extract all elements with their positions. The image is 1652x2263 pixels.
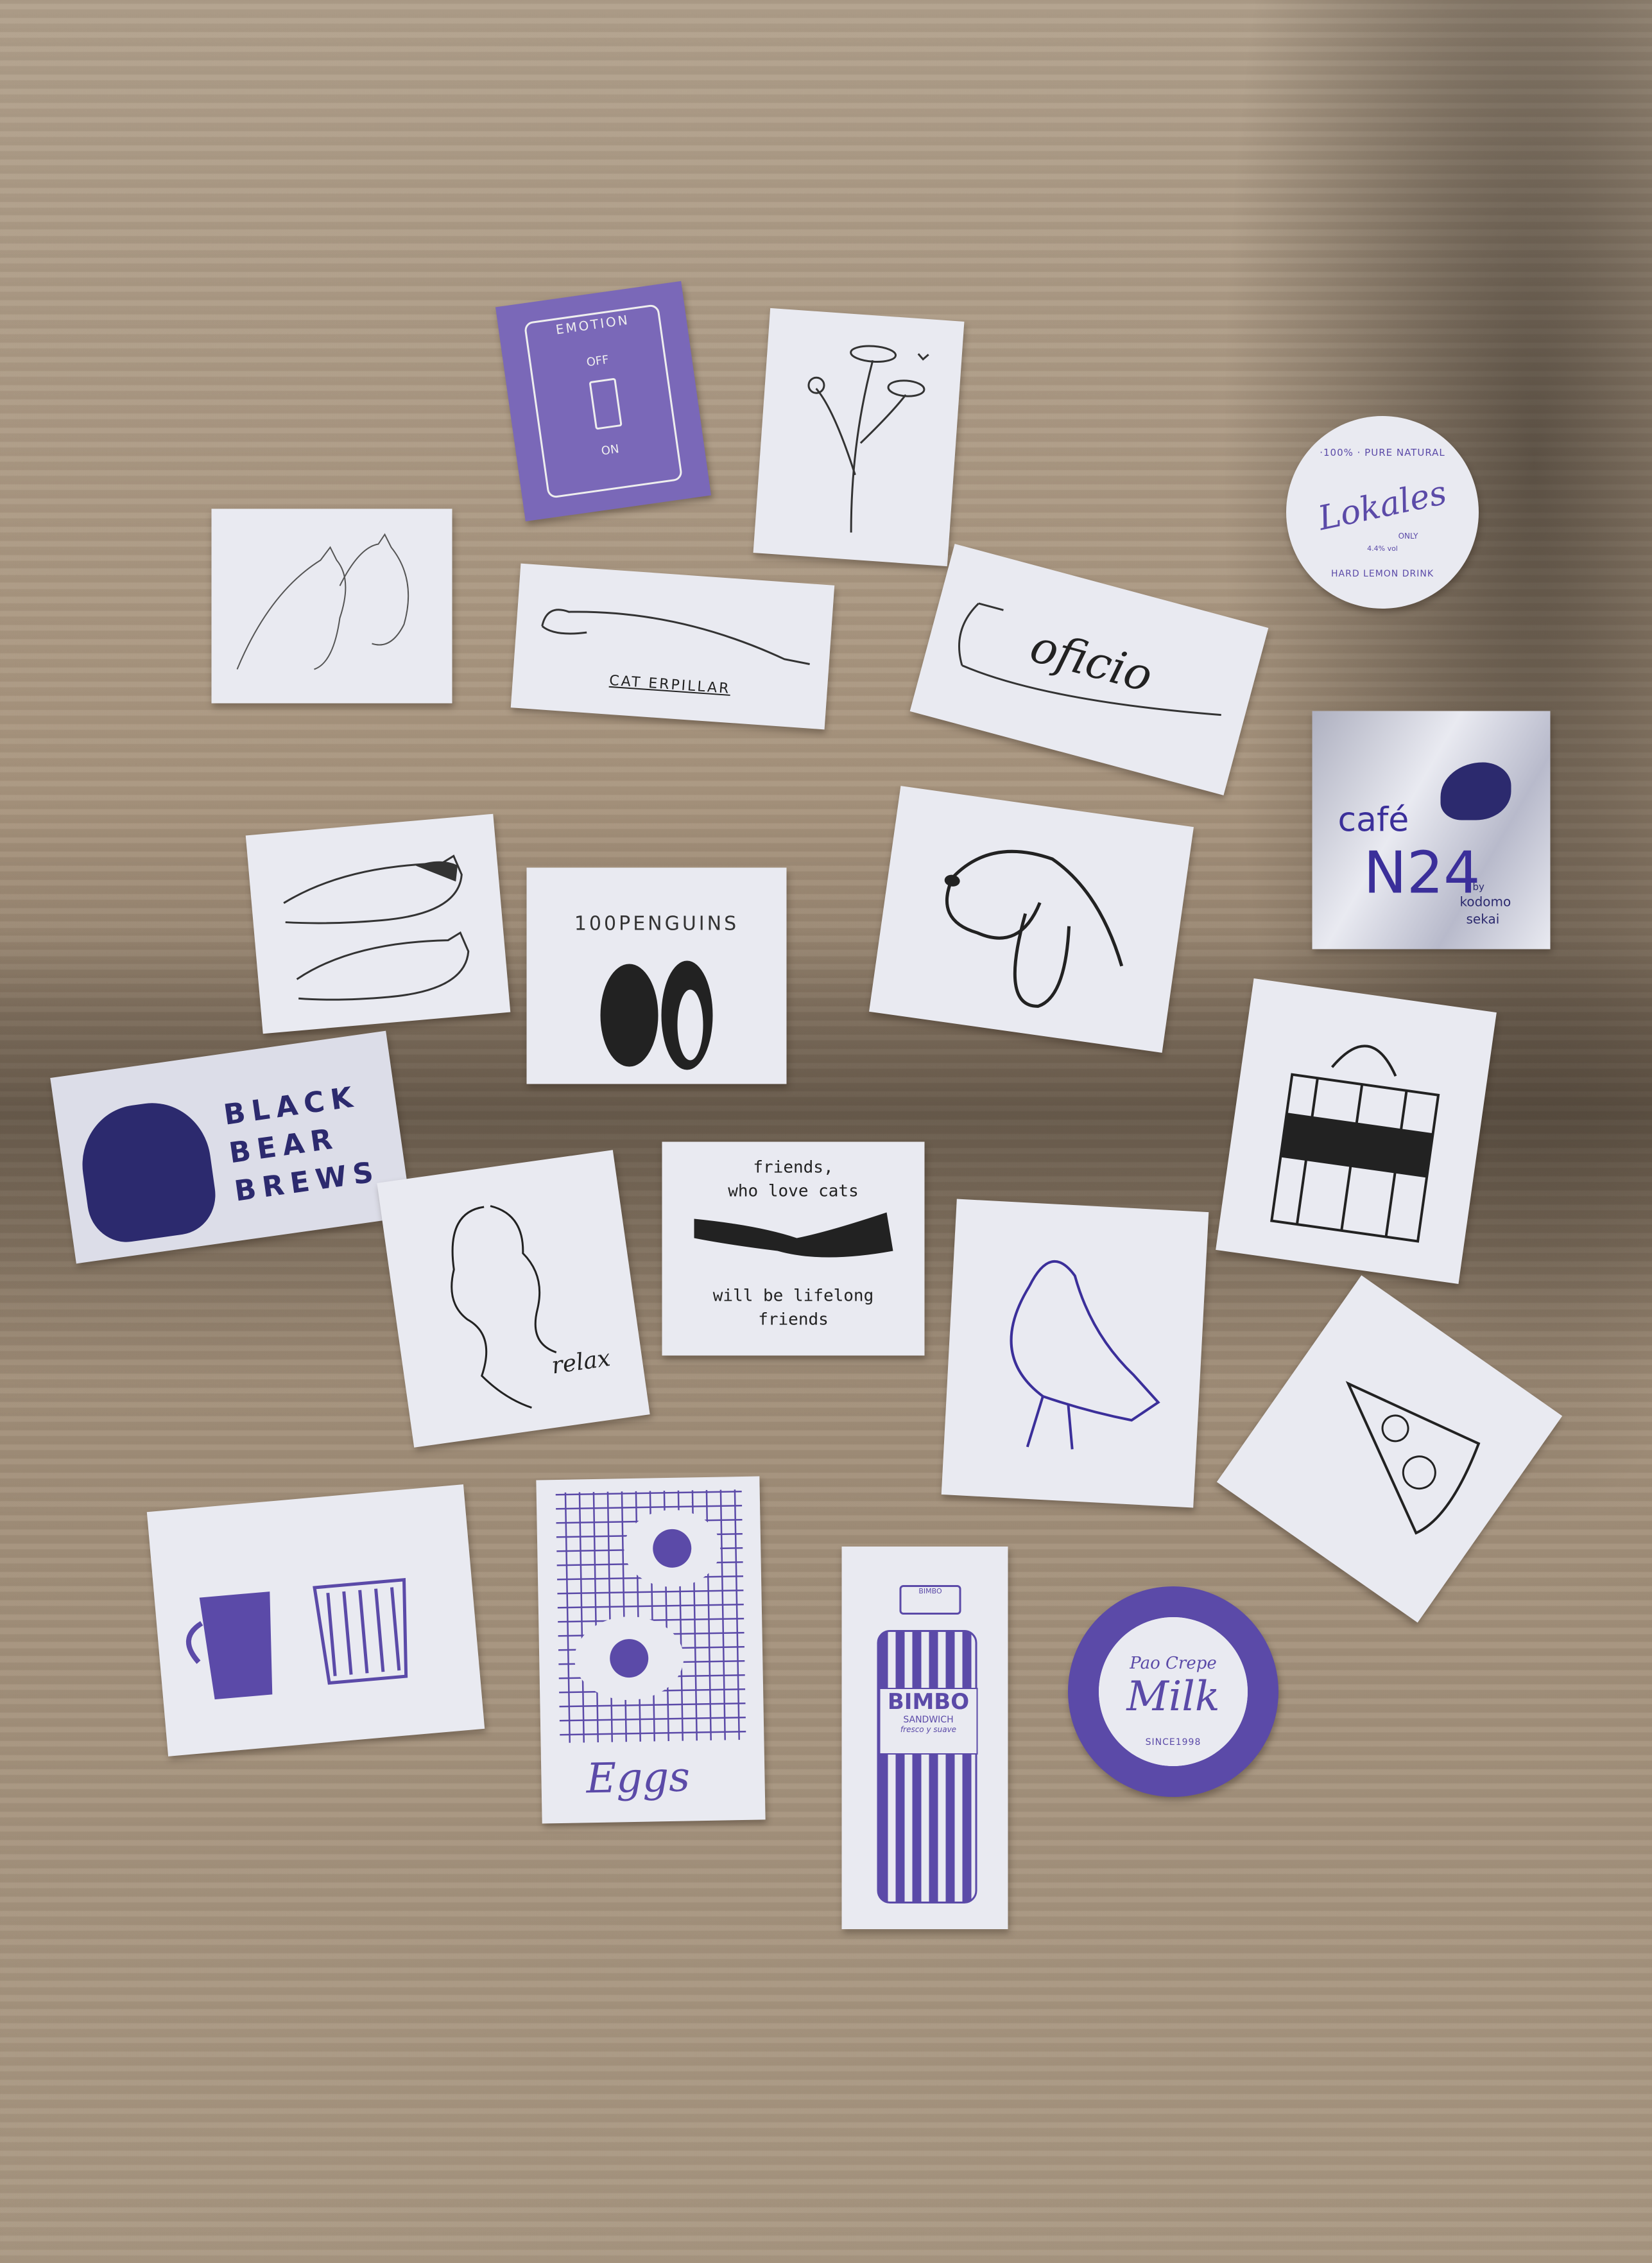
sticker-emotion-switch: EMOTION OFF ON (495, 281, 712, 522)
milk-since: SINCE1998 (1145, 1737, 1201, 1747)
cats-drawing-icon (283, 854, 470, 1001)
mugs-icon (185, 1578, 408, 1700)
sticker-milk: Pao Crepe Milk SINCE1998 (1068, 1586, 1278, 1797)
bimbo-script: fresco y suave (900, 1725, 957, 1734)
sticker-eggs: Eggs (536, 1476, 766, 1824)
pizza-slice-icon (1345, 1381, 1481, 1535)
sticker-100-penguins: 100PENGUINS (526, 867, 787, 1084)
bimbo-brand: BIMBO (887, 1689, 970, 1715)
sticker-cat-erpillar: CAT ERPILLAR (510, 563, 835, 730)
sticker-flowers (753, 308, 965, 567)
sticker-bird (941, 1199, 1209, 1508)
long-cat-icon (541, 609, 810, 665)
bimbo-sub: SANDWICH (903, 1715, 954, 1725)
cats-drawing-icon (236, 533, 409, 670)
sticker-lying-cats (245, 813, 511, 1034)
sticker-dog (869, 786, 1194, 1053)
sticker-pizza (1216, 1275, 1563, 1623)
bear-line-1: BLACK (221, 1080, 361, 1132)
sticker-relax: relax (377, 1150, 650, 1448)
cafe-maker-2: sekai (1466, 911, 1500, 927)
sticker-bottle-basket (1216, 978, 1497, 1285)
sticker-hugging-cats (211, 508, 452, 704)
milk-main: Milk (1126, 1673, 1220, 1721)
milk-top: Pao Crepe (1130, 1654, 1217, 1673)
friends-line-4: friends (758, 1310, 829, 1330)
bimbo-label-panel: BIMBO SANDWICH fresco y suave (879, 1688, 978, 1755)
lokales-arc-bottom: HARD LEMON DRINK (1330, 569, 1434, 579)
sticker-black-bear-brews: BLACK BEAR BREWS (50, 1030, 412, 1264)
bottle-carrier-icon (1270, 1045, 1440, 1243)
bag-top: BIMBO (899, 1585, 961, 1615)
bread-bag-icon (877, 1630, 977, 1903)
sticker-oficio: oficio (909, 544, 1269, 795)
cafe-maker-1: kodomo (1459, 894, 1511, 910)
lokales-arc-top: ·100% · PURE NATURAL (1320, 447, 1445, 458)
cat-and-penguin-icon (600, 960, 713, 1070)
sticker-cafe-n24: café N24 by kodomo sekai (1312, 711, 1551, 949)
lokales-volume: 4.4% vol (1367, 544, 1398, 553)
cafe-word: café (1338, 801, 1409, 840)
sticker-friends-cats: friends, who love cats will be lifelong … (662, 1141, 925, 1356)
sticker-cups (146, 1484, 485, 1756)
sticker-bimbo: BIMBO BIMBO SANDWICH fresco y suave (841, 1547, 1008, 1929)
sticker-lokales: ·100% · PURE NATURAL Lokales ONLY 4.4% v… (1286, 416, 1479, 609)
friends-line-3: will be lifelong (712, 1286, 874, 1306)
eggs-label: Eggs (585, 1753, 691, 1803)
woman-profile-icon (451, 1205, 557, 1409)
bear-icon (74, 1095, 221, 1247)
squirrel-icon (1440, 762, 1511, 820)
lokales-only: ONLY (1398, 532, 1418, 541)
bird-icon (1010, 1260, 1160, 1450)
flower-drawing-icon (807, 345, 929, 533)
cafe-by: by (1472, 881, 1484, 893)
dog-face-icon (944, 849, 1124, 1008)
